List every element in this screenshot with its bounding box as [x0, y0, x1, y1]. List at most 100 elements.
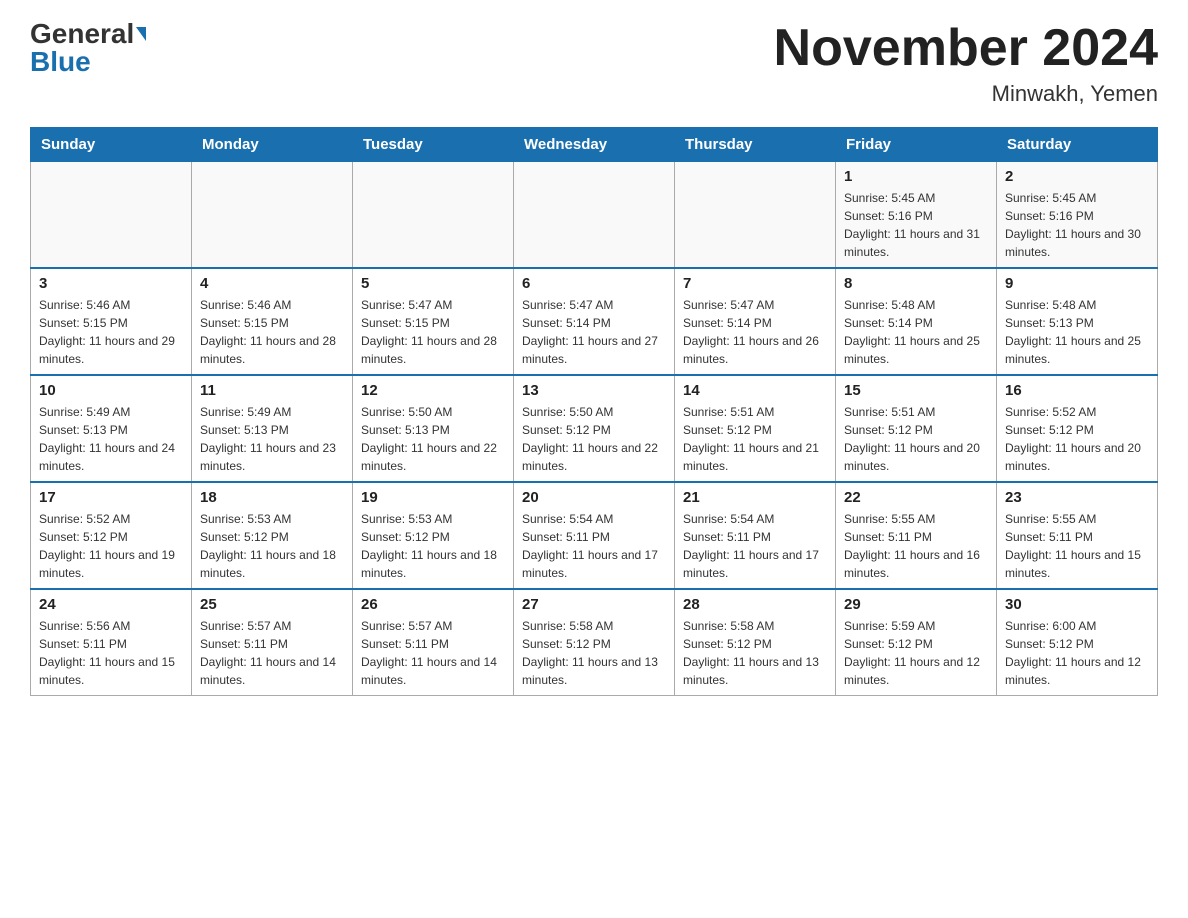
- calendar-cell: 21 Sunrise: 5:54 AMSunset: 5:11 PMDayligh…: [675, 482, 836, 589]
- calendar-cell: 1 Sunrise: 5:45 AMSunset: 5:16 PMDaylight…: [836, 162, 997, 269]
- day-info: Sunrise: 5:48 AMSunset: 5:13 PMDaylight:…: [1005, 296, 1149, 368]
- calendar-cell: 12 Sunrise: 5:50 AMSunset: 5:13 PMDayligh…: [353, 375, 514, 482]
- weekday-header-row: SundayMondayTuesdayWednesdayThursdayFrid…: [31, 128, 1158, 162]
- day-number: 7: [683, 275, 827, 292]
- calendar-cell: 15 Sunrise: 5:51 AMSunset: 5:12 PMDayligh…: [836, 375, 997, 482]
- calendar-cell: 4Sunrise: 5:46 AMSunset: 5:15 PMDaylight…: [192, 268, 353, 375]
- page-header: General Blue November 2024 Minwakh, Yeme…: [30, 20, 1158, 107]
- day-number: 23: [1005, 489, 1149, 506]
- day-info: Sunrise: 5:51 AMSunset: 5:12 PMDaylight:…: [844, 403, 988, 475]
- calendar-week-4: 17 Sunrise: 5:52 AMSunset: 5:12 PMDayligh…: [31, 482, 1158, 589]
- day-number: 1: [844, 168, 988, 185]
- day-number: 30: [1005, 596, 1149, 613]
- day-info: Sunrise: 5:45 AMSunset: 5:16 PMDaylight:…: [1005, 189, 1149, 261]
- weekday-header-sunday: Sunday: [31, 128, 192, 162]
- day-number: 27: [522, 596, 666, 613]
- day-info: Sunrise: 5:50 AMSunset: 5:13 PMDaylight:…: [361, 403, 505, 475]
- day-info: Sunrise: 5:54 AMSunset: 5:11 PMDaylight:…: [683, 510, 827, 582]
- calendar-cell: 10 Sunrise: 5:49 AMSunset: 5:13 PMDayligh…: [31, 375, 192, 482]
- calendar-cell: 23 Sunrise: 5:55 AMSunset: 5:11 PMDayligh…: [997, 482, 1158, 589]
- day-number: 21: [683, 489, 827, 506]
- day-info: Sunrise: 5:57 AMSunset: 5:11 PMDaylight:…: [361, 617, 505, 689]
- day-info: Sunrise: 5:47 AMSunset: 5:15 PMDaylight:…: [361, 296, 505, 368]
- calendar-cell: 14 Sunrise: 5:51 AMSunset: 5:12 PMDayligh…: [675, 375, 836, 482]
- day-info: Sunrise: 5:48 AMSunset: 5:14 PMDaylight:…: [844, 296, 988, 368]
- calendar-cell: [353, 162, 514, 269]
- location-title: Minwakh, Yemen: [774, 81, 1158, 107]
- calendar-cell: 7 Sunrise: 5:47 AMSunset: 5:14 PMDaylight…: [675, 268, 836, 375]
- day-info: Sunrise: 5:45 AMSunset: 5:16 PMDaylight:…: [844, 189, 988, 261]
- logo: General Blue: [30, 20, 146, 76]
- calendar-cell: 5 Sunrise: 5:47 AMSunset: 5:15 PMDaylight…: [353, 268, 514, 375]
- calendar-cell: 18 Sunrise: 5:53 AMSunset: 5:12 PMDayligh…: [192, 482, 353, 589]
- day-number: 10: [39, 382, 183, 399]
- day-info: Sunrise: 5:49 AMSunset: 5:13 PMDaylight:…: [39, 403, 183, 475]
- day-info: Sunrise: 5:54 AMSunset: 5:11 PMDaylight:…: [522, 510, 666, 582]
- calendar-cell: 6 Sunrise: 5:47 AMSunset: 5:14 PMDaylight…: [514, 268, 675, 375]
- day-number: 2: [1005, 168, 1149, 185]
- calendar-cell: [192, 162, 353, 269]
- day-info: Sunrise: 5:51 AMSunset: 5:12 PMDaylight:…: [683, 403, 827, 475]
- month-title: November 2024: [774, 20, 1158, 77]
- day-info: Sunrise: 5:57 AMSunset: 5:11 PMDaylight:…: [200, 617, 344, 689]
- day-number: 11: [200, 382, 344, 399]
- day-number: 28: [683, 596, 827, 613]
- day-number: 16: [1005, 382, 1149, 399]
- day-number: 29: [844, 596, 988, 613]
- calendar-week-2: 3 Sunrise: 5:46 AMSunset: 5:15 PMDaylight…: [31, 268, 1158, 375]
- day-number: 26: [361, 596, 505, 613]
- calendar-cell: 26 Sunrise: 5:57 AMSunset: 5:11 PMDayligh…: [353, 589, 514, 696]
- calendar-cell: 16 Sunrise: 5:52 AMSunset: 5:12 PMDayligh…: [997, 375, 1158, 482]
- day-number: 13: [522, 382, 666, 399]
- calendar-cell: 13 Sunrise: 5:50 AMSunset: 5:12 PMDayligh…: [514, 375, 675, 482]
- day-number: 14: [683, 382, 827, 399]
- day-info: Sunrise: 5:58 AMSunset: 5:12 PMDaylight:…: [522, 617, 666, 689]
- day-info: Sunrise: 5:56 AMSunset: 5:11 PMDaylight:…: [39, 617, 183, 689]
- logo-blue-text: Blue: [30, 48, 91, 76]
- calendar-cell: [31, 162, 192, 269]
- calendar-cell: 19Sunrise: 5:53 AMSunset: 5:12 PMDayligh…: [353, 482, 514, 589]
- day-info: Sunrise: 5:47 AMSunset: 5:14 PMDaylight:…: [683, 296, 827, 368]
- day-number: 15: [844, 382, 988, 399]
- day-info: Sunrise: 5:49 AMSunset: 5:13 PMDaylight:…: [200, 403, 344, 475]
- calendar-cell: [675, 162, 836, 269]
- calendar-cell: 3 Sunrise: 5:46 AMSunset: 5:15 PMDaylight…: [31, 268, 192, 375]
- weekday-header-friday: Friday: [836, 128, 997, 162]
- day-info: Sunrise: 5:55 AMSunset: 5:11 PMDaylight:…: [844, 510, 988, 582]
- day-number: 3: [39, 275, 183, 292]
- day-info: Sunrise: 5:58 AMSunset: 5:12 PMDaylight:…: [683, 617, 827, 689]
- day-number: 18: [200, 489, 344, 506]
- calendar-week-1: 1 Sunrise: 5:45 AMSunset: 5:16 PMDaylight…: [31, 162, 1158, 269]
- calendar-cell: 17 Sunrise: 5:52 AMSunset: 5:12 PMDayligh…: [31, 482, 192, 589]
- weekday-header-saturday: Saturday: [997, 128, 1158, 162]
- calendar-cell: 11 Sunrise: 5:49 AMSunset: 5:13 PMDayligh…: [192, 375, 353, 482]
- title-section: November 2024 Minwakh, Yemen: [774, 20, 1158, 107]
- day-info: Sunrise: 5:59 AMSunset: 5:12 PMDaylight:…: [844, 617, 988, 689]
- calendar-cell: 8 Sunrise: 5:48 AMSunset: 5:14 PMDaylight…: [836, 268, 997, 375]
- weekday-header-wednesday: Wednesday: [514, 128, 675, 162]
- day-number: 5: [361, 275, 505, 292]
- day-number: 4: [200, 275, 344, 292]
- logo-general-text: General: [30, 20, 134, 48]
- day-number: 12: [361, 382, 505, 399]
- day-number: 22: [844, 489, 988, 506]
- calendar-week-3: 10 Sunrise: 5:49 AMSunset: 5:13 PMDayligh…: [31, 375, 1158, 482]
- day-number: 17: [39, 489, 183, 506]
- day-info: Sunrise: 6:00 AMSunset: 5:12 PMDaylight:…: [1005, 617, 1149, 689]
- day-number: 25: [200, 596, 344, 613]
- day-number: 9: [1005, 275, 1149, 292]
- logo-triangle-icon: [136, 27, 146, 41]
- day-info: Sunrise: 5:52 AMSunset: 5:12 PMDaylight:…: [1005, 403, 1149, 475]
- day-info: Sunrise: 5:55 AMSunset: 5:11 PMDaylight:…: [1005, 510, 1149, 582]
- calendar-cell: 22 Sunrise: 5:55 AMSunset: 5:11 PMDayligh…: [836, 482, 997, 589]
- day-number: 6: [522, 275, 666, 292]
- day-info: Sunrise: 5:53 AMSunset: 5:12 PMDaylight:…: [200, 510, 344, 582]
- calendar-cell: 2 Sunrise: 5:45 AMSunset: 5:16 PMDaylight…: [997, 162, 1158, 269]
- day-info: Sunrise: 5:50 AMSunset: 5:12 PMDaylight:…: [522, 403, 666, 475]
- calendar-cell: 27 Sunrise: 5:58 AMSunset: 5:12 PMDayligh…: [514, 589, 675, 696]
- day-number: 20: [522, 489, 666, 506]
- day-info: Sunrise: 5:52 AMSunset: 5:12 PMDaylight:…: [39, 510, 183, 582]
- day-info: Sunrise: 5:47 AMSunset: 5:14 PMDaylight:…: [522, 296, 666, 368]
- day-info: Sunrise: 5:46 AMSunset: 5:15 PMDaylight:…: [39, 296, 183, 368]
- day-number: 8: [844, 275, 988, 292]
